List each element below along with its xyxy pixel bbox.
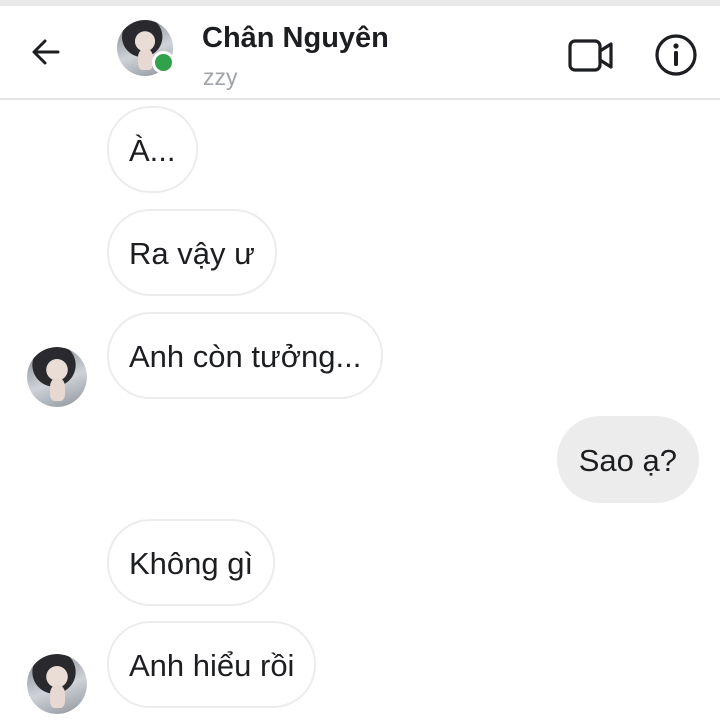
message-bubble-outgoing[interactable]: Sao ạ? [556,416,699,503]
video-call-button[interactable] [566,36,616,76]
message-bubble[interactable]: Ra vậy ư [107,209,277,296]
video-call-icon [568,39,613,72]
info-icon [655,34,697,76]
sender-photo [27,347,87,407]
back-arrow-icon [32,39,60,65]
message-bubble[interactable]: Không gì [107,519,276,606]
contact-subtitle: zzy [203,64,238,90]
sender-avatar[interactable] [27,654,87,714]
online-status-dot [152,51,175,74]
message-bubble[interactable]: Anh còn tưởng... [107,312,384,399]
back-button[interactable] [26,32,66,72]
message-bubble[interactable]: Anh hiểu rồi [107,621,317,708]
sender-avatar[interactable] [27,347,87,407]
contact-avatar[interactable] [117,20,175,76]
info-button[interactable] [654,33,698,77]
chat-header: Chân Nguyên zzy [0,6,720,100]
contact-name[interactable]: Chân Nguyên [202,22,389,55]
message-bubble[interactable]: À... [107,106,198,193]
sender-photo [27,654,87,714]
